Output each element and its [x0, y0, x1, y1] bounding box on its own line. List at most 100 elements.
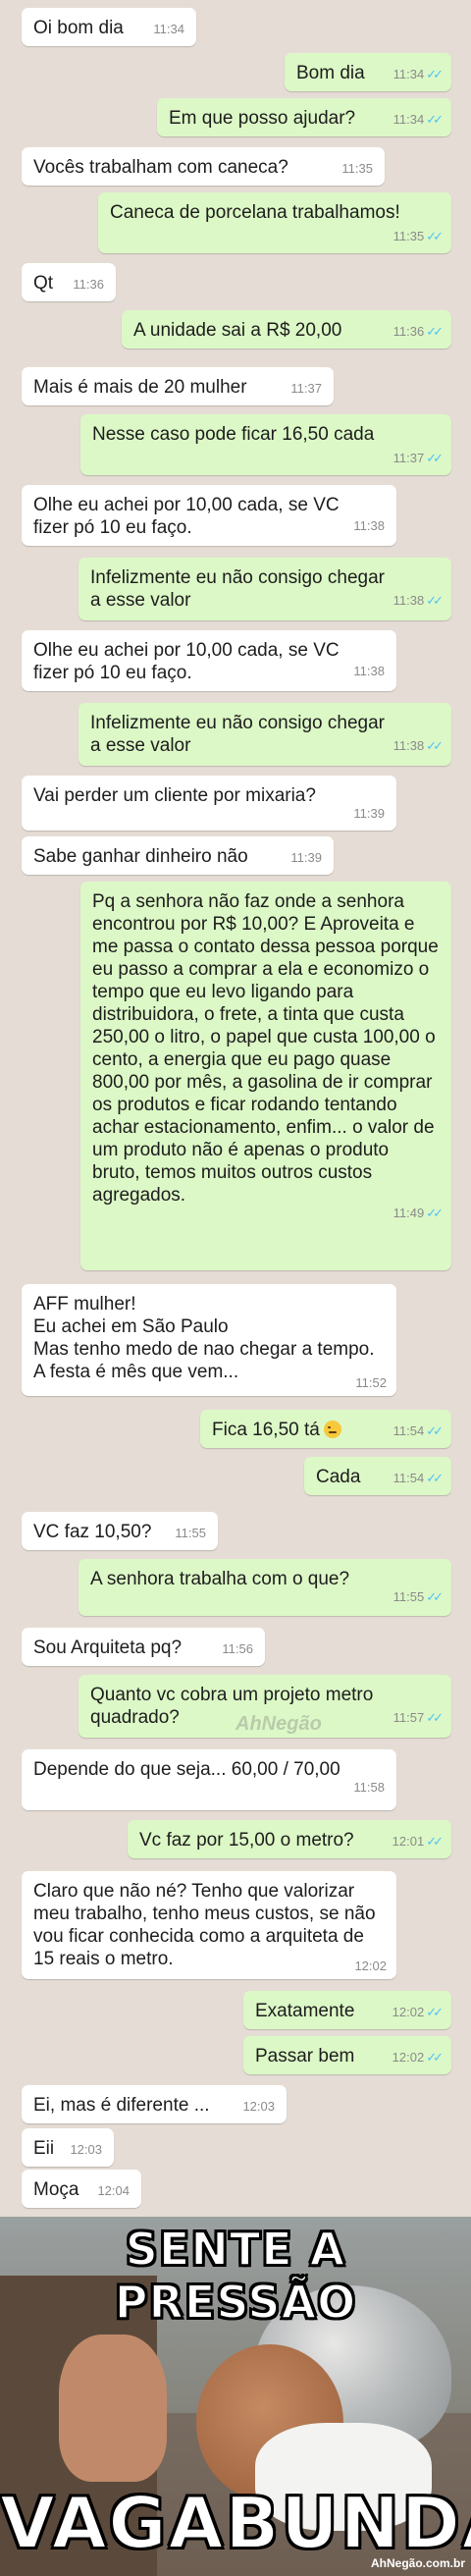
message-time: 11:55	[175, 1526, 206, 1540]
message-text: Nesse caso pode ficar 16,50 cada	[92, 424, 375, 445]
message-bubble: 11:35 Vocês trabalham com caneca?	[22, 147, 385, 186]
message-bubble: 11:38 ✓✓ Infelizmente eu não consigo cheg…	[78, 703, 451, 766]
meme-bottom-caption: VAGABUNDA	[0, 2481, 471, 2565]
double-check-icon: ✓✓	[426, 1471, 444, 1485]
message-bubble: Nesse caso pode ficar 16,50 cada 11:37 ✓✓	[80, 414, 451, 475]
message-text: Bom dia	[296, 63, 365, 83]
message-text: Vai perder um cliente por mixaria?	[33, 785, 316, 806]
message-bubble: 11:34 ✓✓ Em que posso ajudar?	[157, 98, 451, 136]
double-check-icon: ✓✓	[426, 324, 444, 339]
message-text: Pq a senhora não faz onde a senhora enco…	[92, 891, 439, 1206]
message-bubble: 11:34 ✓✓ Bom dia	[285, 53, 451, 91]
message-time: 12:03	[242, 2099, 275, 2114]
message-text: Qt	[33, 273, 54, 294]
message-bubble: 11:36 Qt	[22, 263, 116, 301]
message-text: Olhe eu achei por 10,00 cada, se VC fize…	[33, 495, 340, 538]
message-bubble: Vai perder um cliente por mixaria? 11:39	[22, 776, 396, 831]
message-text: Vc faz por 15,00 o metro?	[139, 1830, 354, 1851]
message-bubble: 11:38 Olhe eu achei por 10,00 cada, se V…	[22, 630, 396, 691]
message-bubble: 11:37 Mais é mais de 20 mulher	[22, 367, 334, 405]
message-text: Cada	[316, 1467, 361, 1487]
message-bubble: 12:04 Moça	[22, 2170, 141, 2208]
message-text: Passar bem	[255, 2046, 355, 2066]
message-bubble: 11:56 Sou Arquiteta pq?	[22, 1628, 265, 1666]
message-time: 11:54	[392, 1423, 425, 1438]
message-text: Eii	[33, 2138, 55, 2159]
message-time: 11:36	[73, 277, 104, 292]
message-time: 11:38	[392, 593, 425, 608]
message-bubble: 11:39 Sabe ganhar dinheiro não	[22, 836, 334, 875]
message-text: Oi bom dia	[33, 18, 124, 38]
double-check-icon: ✓✓	[426, 738, 444, 753]
message-time: 11:49	[392, 1206, 425, 1220]
message-bubble: 11:52 AFF mulher! Eu achei em São Paulo …	[22, 1284, 396, 1396]
meme-top-caption: SENTE A PRESSÃO	[114, 2222, 357, 2330]
message-time: 11:56	[222, 1641, 253, 1656]
message-time: 12:02	[354, 1959, 387, 1973]
message-text: Vocês trabalham com caneca?	[33, 157, 288, 178]
message-text: A unidade sai a R$ 20,00	[133, 320, 342, 341]
message-time: 11:38	[353, 664, 385, 678]
double-check-icon: ✓✓	[426, 229, 444, 243]
message-text: AFF mulher! Eu achei em São Paulo Mas te…	[33, 1294, 375, 1382]
double-check-icon: ✓✓	[426, 1423, 444, 1438]
message-bubble: Caneca de porcelana trabalhamos! 11:35 ✓✓	[98, 192, 451, 253]
message-bubble: Pq a senhora não faz onde a senhora enco…	[80, 882, 451, 1270]
message-text: Olhe eu achei por 10,00 cada, se VC fize…	[33, 640, 340, 683]
smirk-emoji-icon	[323, 1421, 341, 1438]
message-bubble: 11:54 ✓✓ Cada	[304, 1457, 451, 1495]
meme-credit: AhNegão.com.br	[370, 2556, 465, 2570]
message-time: 12:03	[70, 2142, 102, 2157]
message-bubble: 11:54 ✓✓ Fica 16,50 tá	[200, 1410, 451, 1448]
double-check-icon: ✓✓	[426, 2005, 444, 2019]
message-bubble: 11:36 ✓✓ A unidade sai a R$ 20,00	[122, 310, 451, 349]
message-text: Em que posso ajudar?	[169, 108, 356, 129]
message-time: 11:57	[392, 1710, 425, 1725]
message-time: 11:52	[355, 1375, 387, 1390]
watermark: AhNegão	[236, 1713, 322, 1735]
message-time: 11:34	[392, 112, 425, 127]
message-time: 11:35	[341, 161, 373, 176]
message-time: 12:02	[392, 2005, 425, 2019]
message-text: Sou Arquiteta pq?	[33, 1637, 183, 1658]
message-text: VC faz 10,50?	[33, 1522, 152, 1542]
message-text: A senhora trabalha com o que?	[90, 1569, 350, 1589]
message-text: Sabe ganhar dinheiro não	[33, 846, 248, 867]
message-time: 11:35	[392, 229, 425, 243]
message-time: 11:38	[353, 518, 385, 533]
meme-image: SENTE A PRESSÃO VAGABUNDA AhNegão.com.br	[0, 2217, 471, 2576]
message-time: 11:54	[392, 1471, 425, 1485]
message-text: Caneca de porcelana trabalhamos!	[110, 202, 400, 223]
message-time: 12:04	[97, 2183, 130, 2198]
message-time: 11:37	[290, 381, 322, 396]
message-text: Moça	[33, 2179, 79, 2200]
double-check-icon: ✓✓	[426, 1589, 444, 1604]
message-time: 11:34	[392, 67, 425, 81]
message-text: Depende do que seja... 60,00 / 70,00	[33, 1759, 340, 1780]
message-bubble: 12:02 ✓✓ Exatamente	[243, 1991, 451, 2029]
message-text: Ei, mas é diferente ...	[33, 2095, 210, 2116]
double-check-icon: ✓✓	[426, 67, 444, 81]
meme-thumbs-up-hand	[59, 2334, 167, 2482]
double-check-icon: ✓✓	[426, 1710, 444, 1725]
message-text: Infelizmente eu não consigo chegar a ess…	[90, 567, 385, 611]
message-time: 11:38	[392, 738, 425, 753]
message-time: 11:39	[353, 806, 385, 821]
double-check-icon: ✓✓	[426, 451, 444, 465]
message-time: 12:01	[392, 1834, 425, 1849]
message-bubble: Depende do que seja... 60,00 / 70,00 11:…	[22, 1749, 396, 1810]
double-check-icon: ✓✓	[426, 1206, 444, 1220]
message-bubble: 11:38 ✓✓ Infelizmente eu não consigo cheg…	[78, 558, 451, 620]
message-bubble: 12:02 Claro que não né? Tenho que valori…	[22, 1871, 396, 1979]
message-bubble: A senhora trabalha com o que? 11:55 ✓✓	[78, 1559, 451, 1616]
chat-area: 11:34 Oi bom dia 11:34 ✓✓ Bom dia 11:34 ✓✓…	[0, 0, 471, 2214]
message-bubble: 12:03 Ei, mas é diferente ...	[22, 2085, 287, 2123]
message-bubble: 12:03 Eii	[22, 2128, 114, 2167]
double-check-icon: ✓✓	[426, 2050, 444, 2065]
message-bubble: 12:02 ✓✓ Passar bem	[243, 2036, 451, 2074]
message-time: 11:55	[392, 1589, 425, 1604]
double-check-icon: ✓✓	[426, 112, 444, 127]
message-time: 12:02	[392, 2050, 425, 2065]
message-text: Mais é mais de 20 mulher	[33, 377, 247, 398]
double-check-icon: ✓✓	[426, 593, 444, 608]
